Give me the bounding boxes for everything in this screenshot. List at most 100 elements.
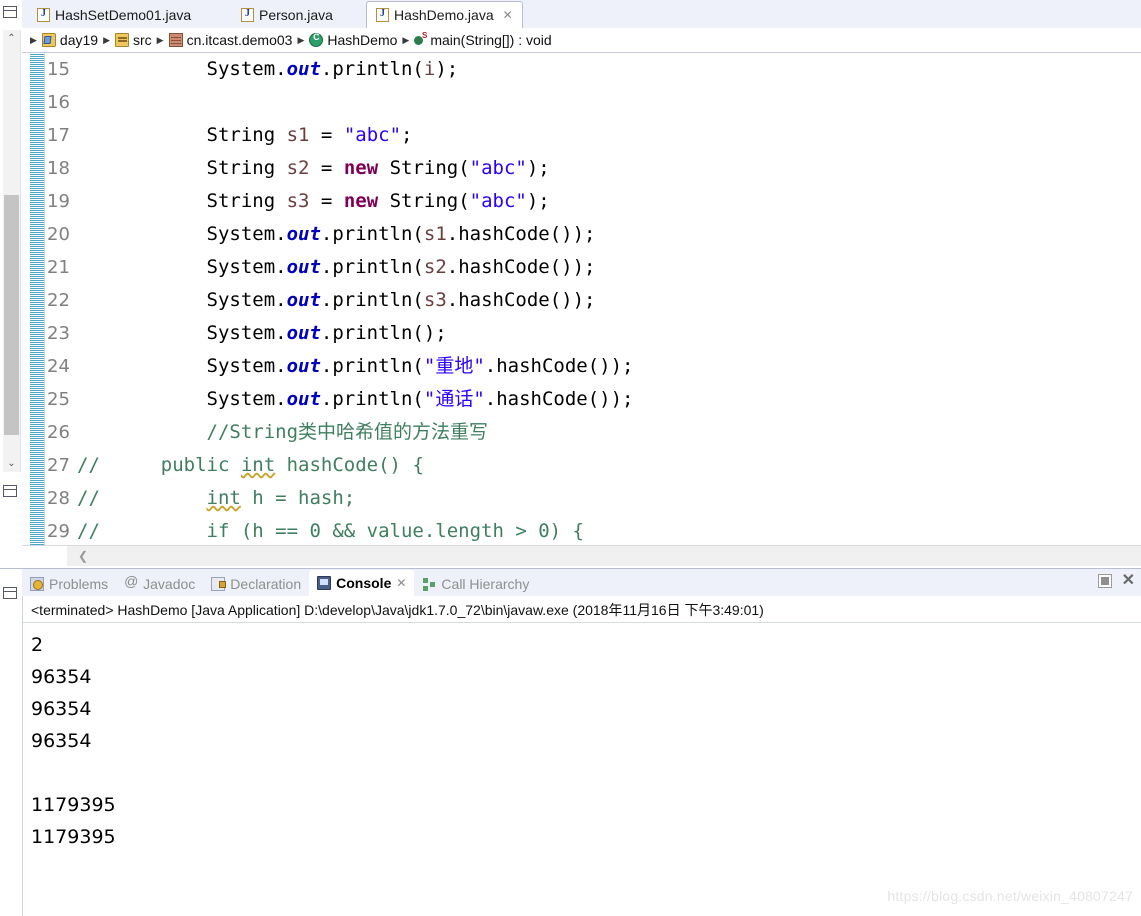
code-line[interactable]: 27 // public int hashCode() { bbox=[45, 449, 1141, 482]
problems-icon bbox=[30, 577, 44, 591]
breadcrumb-item-class[interactable]: HashDemo bbox=[306, 32, 400, 48]
line-number: 28 bbox=[47, 488, 70, 509]
console-output-line: 2 bbox=[31, 634, 44, 656]
view-tab-console[interactable]: Console ✕ bbox=[309, 570, 415, 596]
java-file-icon bbox=[241, 8, 254, 22]
view-tab-label: Problems bbox=[49, 576, 109, 592]
close-icon[interactable]: ✕ bbox=[1122, 573, 1135, 589]
code-line[interactable]: 20 System.out.println(s1.hashCode()); bbox=[45, 218, 1141, 251]
scrollbar-gutter-pad bbox=[22, 546, 67, 566]
restore-view-icon-bottom[interactable] bbox=[3, 485, 17, 497]
package-icon bbox=[168, 33, 183, 47]
breadcrumb-item-method[interactable]: main(String[]) : void bbox=[411, 31, 554, 48]
code-line[interactable]: 24 System.out.println("重地".hashCode()); bbox=[45, 350, 1141, 383]
code-text: System.out.println(s2.hashCode()); bbox=[115, 256, 596, 278]
console-output-line: 1179395 bbox=[31, 826, 116, 848]
restore-view-icon-top[interactable] bbox=[3, 6, 17, 18]
view-tab-javadoc[interactable]: Javadoc bbox=[116, 572, 203, 596]
line-number: 23 bbox=[47, 323, 70, 344]
breadcrumb-separator: ▶ bbox=[30, 34, 37, 45]
editor-tab-label: HashSetDemo01.java bbox=[55, 7, 192, 23]
editor-tab-hashsetdemo01[interactable]: HashSetDemo01.java bbox=[28, 2, 201, 28]
console-output[interactable]: 2 96354 96354 96354 1179395 1179395 bbox=[23, 623, 1141, 853]
code-line[interactable]: 16 bbox=[45, 86, 1141, 119]
code-line[interactable]: 21 System.out.println(s2.hashCode()); bbox=[45, 251, 1141, 284]
code-text: System.out.println(); bbox=[115, 322, 447, 344]
code-text: int h = hash; bbox=[206, 487, 356, 509]
breadcrumb-item-package[interactable]: cn.itcast.demo03 bbox=[166, 32, 296, 48]
breadcrumb-label: day19 bbox=[59, 32, 99, 48]
java-file-icon bbox=[376, 8, 389, 22]
scroll-left-arrow-icon[interactable]: ❮ bbox=[74, 546, 92, 566]
line-comment-marker: // bbox=[77, 454, 100, 476]
code-line[interactable]: 15 System.out.println(i); bbox=[45, 53, 1141, 86]
code-text: //String类中哈希值的方法重写 bbox=[115, 421, 489, 443]
editor-horizontal-scrollbar[interactable]: ❮ bbox=[22, 545, 1141, 566]
code-line[interactable]: 29 // if (h == 0 && value.length > 0) { bbox=[45, 515, 1141, 545]
breadcrumb-separator: ▶ bbox=[156, 34, 164, 45]
code-line[interactable]: 19 String s3 = new String("abc"); bbox=[45, 185, 1141, 218]
line-number: 22 bbox=[47, 290, 70, 311]
source-editor[interactable]: 15 System.out.println(i); 16 17 String s1 … bbox=[22, 53, 1141, 545]
editor-tab-person[interactable]: Person.java bbox=[232, 2, 342, 28]
line-number: 27 bbox=[47, 455, 70, 476]
breadcrumb-label: src bbox=[133, 32, 152, 48]
marker-annotation-bar[interactable] bbox=[30, 53, 45, 545]
code-line[interactable]: 23 System.out.println(); bbox=[45, 317, 1141, 350]
code-text: String s2 = new String("abc"); bbox=[115, 157, 550, 179]
console-output-line: 96354 bbox=[31, 698, 92, 720]
view-tab-label: Declaration bbox=[230, 576, 302, 592]
breadcrumb-item-src[interactable]: src bbox=[112, 32, 155, 48]
view-tab-label: Console bbox=[336, 575, 392, 591]
view-tab-declaration[interactable]: Declaration bbox=[203, 572, 309, 596]
code-line[interactable]: 25 System.out.println("通话".hashCode()); bbox=[45, 383, 1141, 416]
editor-tab-hashdemo[interactable]: HashDemo.java ✕ bbox=[366, 1, 523, 29]
line-number: 18 bbox=[47, 158, 70, 179]
editor-tab-label: HashDemo.java bbox=[394, 7, 494, 23]
code-line[interactable]: 17 String s1 = "abc"; bbox=[45, 119, 1141, 152]
console-icon bbox=[317, 576, 332, 590]
bottom-view-panel: Problems Javadoc Declaration Console ✕ C… bbox=[0, 568, 1141, 916]
line-number: 29 bbox=[47, 521, 70, 542]
view-tab-label: Javadoc bbox=[143, 576, 196, 592]
folding-gutter[interactable] bbox=[22, 53, 30, 545]
view-tab-bar: Problems Javadoc Declaration Console ✕ C… bbox=[22, 569, 1141, 596]
view-tab-label: Call Hierarchy bbox=[441, 576, 530, 592]
breadcrumb-item-project[interactable]: day19 bbox=[39, 32, 101, 48]
code-text: String s1 = "abc"; bbox=[115, 124, 413, 146]
restore-view-icon-panel[interactable] bbox=[3, 587, 17, 599]
line-number: 15 bbox=[47, 59, 70, 80]
close-icon[interactable]: ✕ bbox=[503, 8, 513, 22]
class-icon bbox=[309, 32, 324, 47]
close-icon[interactable]: ✕ bbox=[396, 576, 406, 590]
breadcrumb-label: main(String[]) : void bbox=[430, 32, 552, 48]
code-line[interactable]: 28 // int h = hash; bbox=[45, 482, 1141, 515]
scroll-up-arrow-icon[interactable]: ⌃ bbox=[3, 30, 20, 47]
editor-tab-label: Person.java bbox=[259, 7, 333, 23]
editor-vertical-scrollbar[interactable]: ⌃ ⌄ bbox=[3, 30, 21, 472]
view-tab-call-hierarchy[interactable]: Call Hierarchy bbox=[414, 572, 537, 596]
console-view[interactable]: <terminated> HashDemo [Java Application]… bbox=[22, 596, 1141, 916]
breadcrumb: ▶ day19 ▶ src ▶ cn.itcast.demo03 ▶ HashD… bbox=[22, 28, 1141, 53]
console-output-line: 96354 bbox=[31, 666, 92, 688]
eclipse-ide-window: ⌃ ⌄ HashSetDemo01.java Person.java HashD… bbox=[0, 0, 1141, 916]
watermark: https://blog.csdn.net/weixin_40807247 bbox=[887, 888, 1133, 904]
line-comment-marker: // bbox=[77, 520, 100, 542]
console-output-line: 96354 bbox=[31, 730, 92, 752]
line-number: 26 bbox=[47, 422, 70, 443]
code-line[interactable]: 22 System.out.println(s3.hashCode()); bbox=[45, 284, 1141, 317]
minimize-icon[interactable] bbox=[1097, 574, 1112, 588]
scroll-down-arrow-icon[interactable]: ⌄ bbox=[3, 455, 20, 472]
line-number: 19 bbox=[47, 191, 70, 212]
code-line[interactable]: 18 String s2 = new String("abc"); bbox=[45, 152, 1141, 185]
code-text-area[interactable]: 15 System.out.println(i); 16 17 String s1 … bbox=[45, 53, 1141, 545]
code-text: System.out.println(s1.hashCode()); bbox=[115, 223, 596, 245]
code-text: String s3 = new String("abc"); bbox=[115, 190, 550, 212]
breadcrumb-label: cn.itcast.demo03 bbox=[186, 32, 293, 48]
scrollbar-thumb[interactable] bbox=[4, 195, 19, 435]
console-launch-header: <terminated> HashDemo [Java Application]… bbox=[23, 596, 1141, 623]
view-tab-problems[interactable]: Problems bbox=[22, 572, 116, 596]
code-line[interactable]: 26 //String类中哈希值的方法重写 bbox=[45, 416, 1141, 449]
line-number: 25 bbox=[47, 389, 70, 410]
code-text: System.out.println("通话".hashCode()); bbox=[115, 388, 634, 410]
